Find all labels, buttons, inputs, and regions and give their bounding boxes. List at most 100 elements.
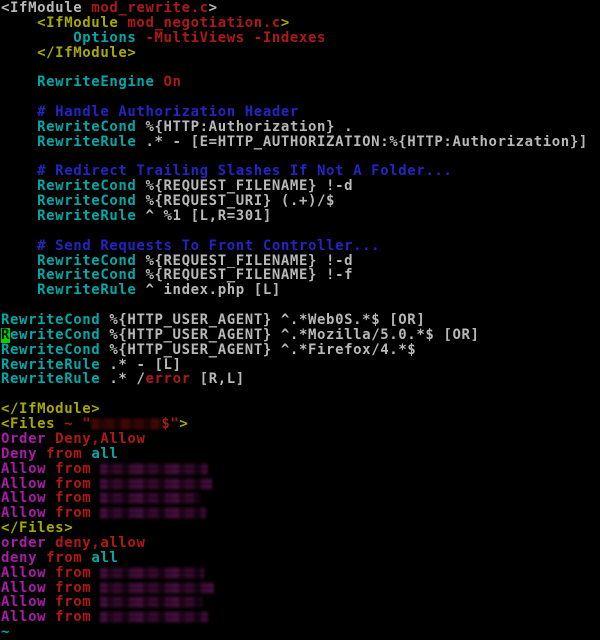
code-line: # Redirect Trailing Slashes If Not A Fol… [1, 164, 600, 179]
code-line: <Files ~ "$"> [1, 417, 600, 432]
code-line: RewriteCond %{HTTP_USER_AGENT} ^.*Mozill… [1, 328, 600, 343]
code-token: Allow [1, 581, 46, 596]
code-line: </Files> [1, 521, 600, 536]
code-token: Allow [1, 506, 46, 521]
code-token: RewriteCond [1, 179, 136, 194]
code-token: from [46, 566, 100, 581]
code-token: RewriteRule [1, 135, 136, 150]
code-token: .* - [E=HTTP_AUTHORIZATION:%{HTTP:Author… [136, 135, 587, 150]
redacted-text [100, 507, 206, 519]
code-line: RewriteCond %{HTTP_USER_AGENT} ^.*Firefo… [1, 343, 600, 358]
code-token: from [46, 462, 100, 477]
code-line: Allow from [1, 506, 600, 521]
code-token: RewriteEngine [1, 75, 155, 90]
code-token: ~ " [55, 417, 91, 432]
code-token: RewriteRule [1, 358, 100, 373]
redacted-text [100, 596, 202, 608]
code-line: RewriteRule .* /error [R,L] [1, 372, 600, 387]
code-line: RewriteCond %{REQUEST_FILENAME} !-f [1, 268, 600, 283]
code-token: mod_negotiation.c [127, 16, 281, 31]
terminal-screen[interactable]: <IfModule mod_rewrite.c> <IfModule mod_n… [0, 0, 600, 639]
code-token: %{HTTP_USER_AGENT} ^.*Web0S.*$ [OR] [100, 313, 425, 328]
code-line: ~ [1, 625, 600, 640]
code-token: Options [1, 31, 136, 46]
code-line: deny from all [1, 551, 600, 566]
code-line [1, 90, 600, 105]
code-token: from [46, 610, 100, 625]
code-token: from [46, 506, 100, 521]
code-line: # Send Requests To Front Controller... [1, 239, 600, 254]
redacted-text [100, 492, 200, 504]
code-line: # Handle Authorization Header [1, 105, 600, 120]
code-token: [R,L] [191, 372, 245, 387]
redacted-text [91, 418, 161, 430]
code-token: all [91, 447, 118, 462]
code-line: RewriteCond %{REQUEST_URI} (.+)/$ [1, 194, 600, 209]
code-token: ~ [1, 625, 10, 640]
code-token: > [209, 1, 218, 16]
redacted-text [100, 567, 204, 579]
code-token: RewriteRule [1, 283, 136, 298]
code-token: # Send Requests To Front Controller... [1, 239, 380, 254]
code-token: deny [1, 551, 37, 566]
code-line: RewriteRule ^ index.php [L] [1, 283, 600, 298]
code-line: RewriteEngine On [1, 75, 600, 90]
code-token: deny,allow [46, 536, 145, 551]
code-token: from [37, 447, 91, 462]
code-token: from [46, 595, 100, 610]
code-line [1, 298, 600, 313]
code-token: Order [1, 432, 46, 447]
code-line: RewriteRule .* - [E=HTTP_AUTHORIZATION:%… [1, 135, 600, 150]
code-token: # Redirect Trailing Slashes If Not A Fol… [1, 164, 452, 179]
code-token: from [37, 551, 91, 566]
code-token: %{REQUEST_FILENAME} !-d [136, 254, 353, 269]
redacted-text [100, 611, 208, 623]
code-line: </IfModule> [1, 402, 600, 417]
code-token: %{HTTP_USER_AGENT} ^.*Firefox/4.*$ [100, 343, 416, 358]
cursor-block: R [1, 328, 10, 343]
code-line: RewriteCond %{HTTP:Authorization} . [1, 120, 600, 135]
code-token: %{REQUEST_FILENAME} !-d [136, 179, 353, 194]
code-token: .* - [L] [100, 358, 181, 373]
code-line: RewriteCond %{REQUEST_FILENAME} !-d [1, 179, 600, 194]
code-line: Allow from [1, 566, 600, 581]
code-line: Allow from [1, 595, 600, 610]
code-token: RewriteCond [1, 120, 136, 135]
code-line: <IfModule mod_rewrite.c> [1, 1, 600, 16]
code-line [1, 150, 600, 165]
code-token: RewriteCond [1, 313, 100, 328]
code-token: from [46, 581, 100, 596]
code-token: RewriteCond [1, 268, 136, 283]
code-token: %{REQUEST_FILENAME} !-f [136, 268, 353, 283]
code-line [1, 60, 600, 75]
code-token: Allow [1, 566, 46, 581]
code-token: RewriteRule [1, 372, 100, 387]
code-token: .* / [100, 372, 145, 387]
code-token: ewriteCond [10, 328, 100, 343]
code-line: RewriteCond %{REQUEST_FILENAME} !-d [1, 254, 600, 269]
code-line: Allow from [1, 491, 600, 506]
code-token: from [46, 491, 100, 506]
code-token: Allow [1, 610, 46, 625]
code-line [1, 224, 600, 239]
code-line: RewriteRule .* - [L] [1, 358, 600, 373]
code-token: Deny [1, 447, 37, 462]
redacted-text [100, 463, 208, 475]
code-token: </IfModule> [1, 402, 100, 417]
code-line: RewriteCond %{HTTP_USER_AGENT} ^.*Web0S.… [1, 313, 600, 328]
code-line: </IfModule> [1, 46, 600, 61]
code-token: RewriteRule [1, 209, 136, 224]
code-token: ^ %1 [L,R=301] [136, 209, 271, 224]
code-token: RewriteCond [1, 343, 100, 358]
code-line: Deny from all [1, 447, 600, 462]
code-line: Allow from [1, 581, 600, 596]
redacted-text [100, 582, 214, 594]
code-token: > [281, 16, 290, 31]
code-token: RewriteCond [1, 254, 136, 269]
code-token: <IfModule [1, 1, 91, 16]
code-token: Allow [1, 462, 46, 477]
code-token: %{HTTP:Authorization} . [136, 120, 353, 135]
code-line: <IfModule mod_negotiation.c> [1, 16, 600, 31]
code-token: RewriteCond [1, 194, 136, 209]
code-token: Allow [1, 491, 46, 506]
